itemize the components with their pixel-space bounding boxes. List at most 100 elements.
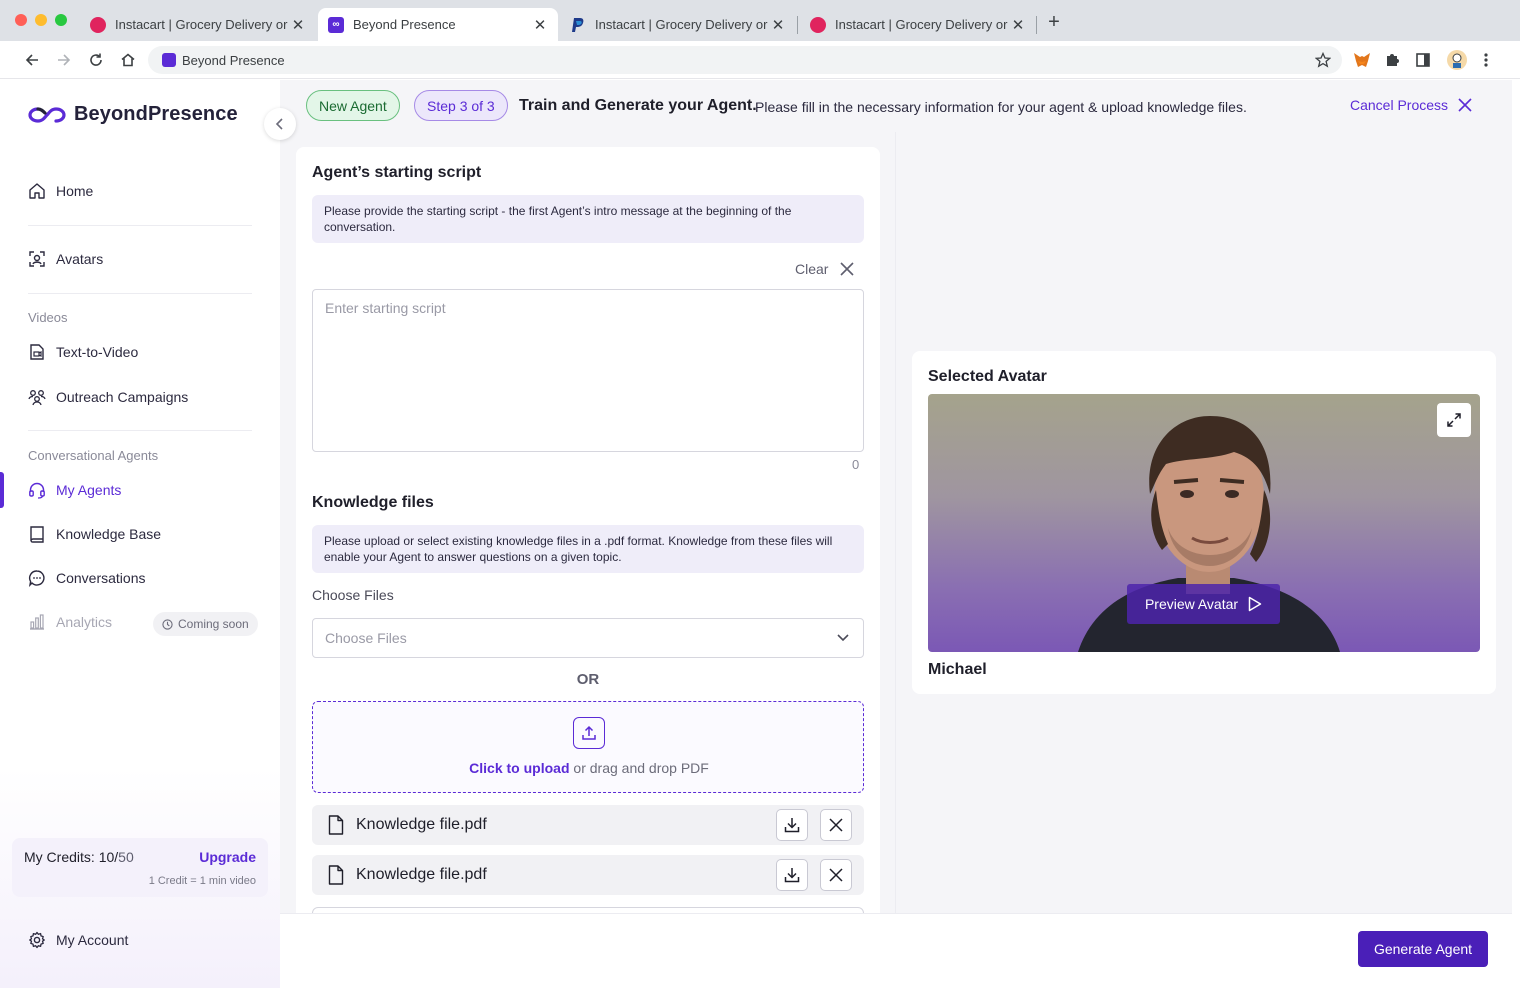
forward-arrow-icon[interactable] — [54, 50, 74, 70]
credits-label: My Credits: 10/50 — [24, 849, 134, 865]
sidebar-item-label: Home — [56, 183, 94, 199]
browser-tab-bar: Instacart | Grocery Delivery or ✕ ∞ Beyo… — [0, 0, 1520, 41]
address-bar[interactable]: Beyond Presence — [148, 46, 1342, 74]
window-minimize-button[interactable] — [35, 14, 47, 26]
sidebar-item-label: Knowledge Base — [56, 526, 162, 542]
clear-label: Clear — [795, 261, 829, 277]
new-agent-badge: New Agent — [306, 90, 400, 121]
remove-file-button[interactable] — [820, 809, 852, 841]
sidebar-item-text-to-video[interactable]: Text-to-Video — [28, 340, 138, 364]
main-content: New Agent Step 3 of 3 Train and Generate… — [280, 80, 1512, 913]
avatar-video-preview[interactable]: Preview Avatar — [928, 394, 1480, 652]
window-close-button[interactable] — [15, 14, 27, 26]
gear-icon — [28, 931, 46, 949]
download-icon — [784, 868, 800, 883]
sidebar-item-home[interactable]: Home — [28, 179, 93, 203]
sidebar-item-label: Conversations — [56, 570, 146, 586]
credits-note: 1 Credit = 1 min video — [148, 875, 256, 887]
sidebar-item-analytics: Analytics — [28, 610, 112, 634]
file-row: Knowledge file.pdf — [312, 805, 864, 845]
tab-title: Instacart | Grocery Delivery or — [595, 17, 768, 32]
sidebar-item-my-account[interactable]: My Account — [28, 928, 128, 952]
credits-used: 10/ — [98, 849, 119, 865]
profile-avatar-icon[interactable] — [1447, 50, 1467, 70]
people-group-icon — [28, 388, 46, 406]
side-panel-icon[interactable] — [1413, 50, 1433, 70]
click-to-upload-link[interactable]: Click to upload — [469, 760, 569, 776]
back-arrow-icon[interactable] — [22, 50, 42, 70]
starting-script-textarea[interactable] — [312, 289, 864, 452]
sidebar-item-my-agents[interactable]: My Agents — [28, 478, 121, 502]
sidebar-item-conversations[interactable]: Conversations — [28, 566, 146, 590]
selected-avatar-title: Selected Avatar — [928, 368, 1047, 385]
tab-close-icon[interactable]: ✕ — [770, 16, 786, 34]
knowledge-info-box: Please upload or select existing knowled… — [312, 525, 864, 573]
beyond-presence-favicon-icon: ∞ — [328, 16, 344, 33]
sidebar-item-label: Avatars — [56, 251, 104, 267]
preview-avatar-button[interactable]: Preview Avatar — [1127, 584, 1280, 624]
browser-tab[interactable]: Instacart | Grocery Delivery or ✕ — [560, 8, 796, 41]
download-file-button[interactable] — [776, 859, 808, 891]
file-row: Knowledge file.pdf — [312, 855, 864, 895]
character-count: 0 — [852, 457, 860, 472]
reload-icon[interactable] — [86, 50, 106, 70]
sidebar-divider — [28, 225, 252, 226]
credits-title: My Credits: — [24, 849, 95, 865]
page-header: New Agent Step 3 of 3 Train and Generate… — [280, 80, 1512, 132]
sidebar-item-outreach-campaigns[interactable]: Outreach Campaigns — [28, 385, 188, 409]
instacart-favicon-icon — [90, 16, 106, 33]
page-title: Train and Generate your Agent. — [519, 97, 757, 114]
close-icon — [840, 262, 855, 276]
instacart-favicon-icon — [810, 16, 826, 33]
sidebar-item-label: My Agents — [56, 482, 122, 498]
script-info-box: Please provide the starting script - the… — [312, 195, 864, 243]
sidebar-section-agents: Conversational Agents — [28, 448, 159, 463]
avatar-name: Michael — [928, 661, 987, 678]
browser-menu-kebab-icon[interactable] — [1476, 50, 1496, 70]
choose-files-placeholder: Choose Files — [325, 630, 407, 646]
sidebar-item-label: Analytics — [56, 614, 113, 630]
file-name: Knowledge file.pdf — [356, 816, 487, 833]
tab-title: Beyond Presence — [353, 17, 456, 32]
close-icon — [1458, 98, 1472, 112]
page-description: Please fill in the necessary information… — [755, 99, 1247, 115]
tab-close-icon[interactable]: ✕ — [532, 16, 548, 34]
new-tab-icon[interactable]: + — [1044, 12, 1064, 32]
upgrade-link[interactable]: Upgrade — [199, 849, 256, 865]
generate-agent-button[interactable]: Generate Agent — [1358, 931, 1488, 967]
address-text: Beyond Presence — [182, 52, 285, 68]
choose-files-dropdown[interactable]: Choose Files — [312, 618, 864, 658]
app-logo[interactable]: BeyondPresence — [28, 103, 238, 126]
sidebar-item-avatars[interactable]: Avatars — [28, 247, 103, 271]
cancel-process-button[interactable]: Cancel Process — [1350, 97, 1472, 113]
collapse-sidebar-button[interactable] — [264, 108, 296, 140]
metamask-extension-icon[interactable] — [1352, 50, 1372, 70]
browser-toolbar: Beyond Presence — [0, 41, 1520, 79]
panel-divider — [895, 132, 896, 913]
clear-script-button[interactable]: Clear — [795, 261, 855, 277]
remove-file-button[interactable] — [820, 859, 852, 891]
file-icon — [326, 865, 346, 885]
selected-avatar-card: Selected Avatar Preview Avatar Michael — [912, 351, 1496, 694]
close-icon — [829, 818, 843, 832]
credits-card: My Credits: 10/50 Upgrade 1 Credit = 1 m… — [12, 838, 268, 897]
tab-close-icon[interactable]: ✕ — [1010, 16, 1026, 34]
extensions-puzzle-icon[interactable] — [1382, 50, 1402, 70]
knowledge-section-title: Knowledge files — [312, 494, 434, 511]
home-icon[interactable] — [118, 50, 138, 70]
sidebar-item-knowledge-base[interactable]: Knowledge Base — [28, 522, 161, 546]
site-favicon-icon — [162, 53, 176, 67]
browser-tab[interactable]: Instacart | Grocery Delivery or ✕ — [800, 8, 1036, 41]
avatar-scan-icon — [28, 250, 46, 268]
upload-icon — [573, 717, 605, 749]
browser-tab-active[interactable]: ∞ Beyond Presence ✕ — [318, 8, 558, 41]
chat-bubble-icon — [28, 569, 46, 587]
footer-action-bar: Generate Agent — [280, 913, 1512, 983]
browser-tab[interactable]: Instacart | Grocery Delivery or ✕ — [80, 8, 316, 41]
bookmark-star-icon[interactable] — [1313, 50, 1333, 70]
expand-video-button[interactable] — [1437, 403, 1471, 437]
tab-close-icon[interactable]: ✕ — [290, 16, 306, 34]
window-maximize-button[interactable] — [55, 14, 67, 26]
pdf-upload-dropzone[interactable]: Click to upload or drag and drop PDF — [312, 701, 864, 793]
download-file-button[interactable] — [776, 809, 808, 841]
